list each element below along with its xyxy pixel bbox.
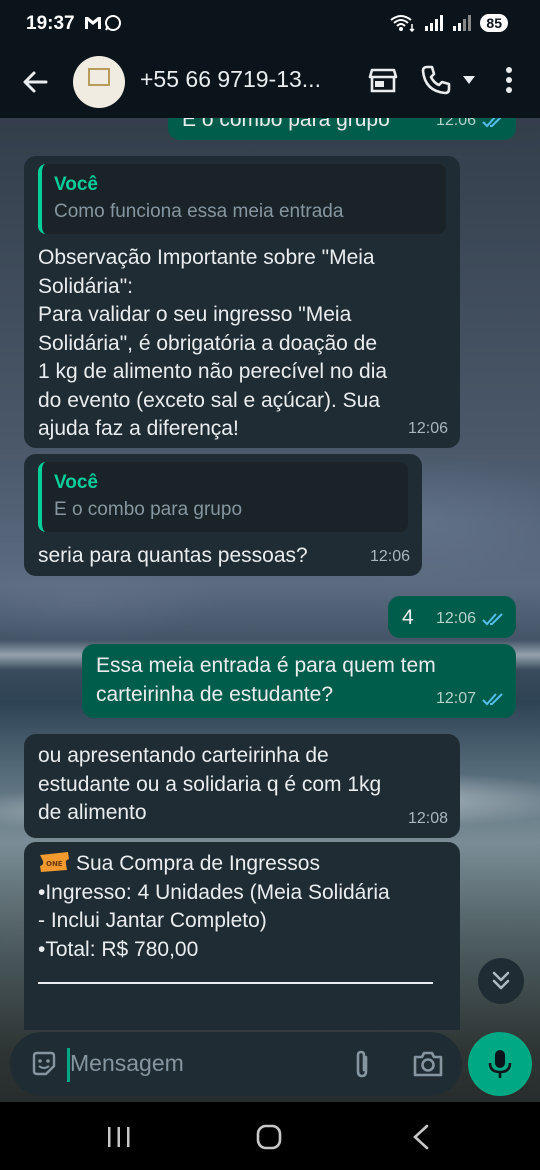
quote-text: Como funciona essa meia entrada [54,201,344,222]
signal-icon-2 [453,15,472,31]
camera-icon[interactable] [412,1048,444,1080]
message-meta: 12:08 [408,805,448,834]
message-incoming[interactable]: ou apresentando carteirinha de estudante… [24,734,460,838]
message-list[interactable]: E o combo para grupo 12:06 Você Como fun… [0,118,540,1030]
message-meta: 12:06 [436,605,504,634]
status-bar: 19:37 85 [0,0,540,50]
ticket-icon: ONE [40,852,69,872]
message-meta: 12:07 [436,685,504,714]
back-arrow-icon[interactable] [20,66,52,98]
composer: Mensagem [0,1030,540,1102]
message-outgoing[interactable]: Essa meia entrada é para quem tem cartei… [82,644,516,718]
phone-icon[interactable] [420,64,452,96]
message-incoming[interactable]: Você E o combo para grupo seria para qua… [24,454,422,576]
read-ticks-icon [482,613,503,626]
avatar-logo-icon [88,68,110,86]
message-text: seria para quantas pessoas? [38,544,308,567]
message-outgoing[interactable]: 4 12:06 [388,596,516,638]
message-text-line: Essa meia entrada é para quem tem [96,654,436,677]
avatar[interactable] [73,56,125,108]
message-text-line: Observação Importante sobre "Meia [38,246,375,269]
caret-down-icon[interactable] [462,73,476,87]
chat-header: +55 66 9719-13... [0,50,540,118]
system-nav-bar [0,1102,540,1170]
home-icon[interactable] [256,1124,282,1150]
scroll-down-icon [492,971,510,990]
message-text-line: de alimento [38,801,147,824]
status-time: 19:37 [26,13,75,34]
message-text-line: Solidária": [38,274,134,298]
quote-text: E o combo para grupo [54,499,243,520]
message-time: 12:06 [369,547,410,565]
message-text-line: Para validar o seu ingresso "Meia [38,303,352,326]
message-text-line: •Total: R$ 780,00 [38,937,199,961]
message-text-line: ou apresentando carteirinha de [38,744,329,767]
purchase-title: ONE Sua Compra de Ingressos [38,850,446,879]
message-text-line: Solidária", é obrigatória a doação de [38,331,378,355]
sticker-icon[interactable] [30,1050,58,1078]
gmail-whatsapp-icon [85,15,121,31]
message-time: 12:06 [435,609,476,627]
message-time: 12:08 [407,809,448,827]
message-incoming[interactable]: ONE Sua Compra de Ingressos •Ingresso: 4… [24,842,460,1030]
recent-apps-icon[interactable] [106,1126,132,1148]
message-text-line: do evento (exceto sal e açúcar). Sua [38,388,381,412]
message-outgoing[interactable]: E o combo para grupo 12:06 [168,118,516,140]
contact-name[interactable]: +55 66 9719-13... [140,66,321,93]
purchase-title-text: Sua Compra de Ingressos [76,852,320,875]
read-ticks-icon [482,118,502,128]
notification-icons [84,14,124,37]
message-text: E o combo para grupo [182,118,390,131]
message-incoming[interactable]: Você Como funciona essa meia entrada Obs… [24,156,460,448]
message-text-line: estudante ou a solidaria q é com 1kg [38,772,382,796]
message-input[interactable]: Mensagem [10,1032,462,1096]
message-time: 12:06 [407,419,448,437]
message-text: 4 [402,606,414,629]
attach-icon[interactable] [348,1048,376,1080]
store-icon[interactable] [367,64,399,96]
message-text-line: 1 kg de alimento não perecível no dia [38,360,388,383]
message-meta: 12:06 [408,415,448,444]
message-meta: 12:06 [370,543,410,572]
signal-icon-1 [425,15,444,31]
scroll-down-button[interactable] [478,958,524,1004]
svg-text:ONE: ONE [46,860,63,868]
message-time: 12:07 [435,689,476,707]
message-text-line: - Inclui Jantar Completo) [38,909,267,932]
status-right: 85 [390,14,508,32]
quoted-message[interactable]: Você E o combo para grupo [38,462,408,532]
quote-author: Você [54,472,99,493]
divider-line [38,982,433,984]
input-placeholder: Mensagem [70,1050,184,1076]
mic-icon [488,1050,512,1078]
wifi-icon [390,15,415,32]
read-ticks-icon [482,693,503,706]
more-vert-icon[interactable] [499,65,519,95]
message-text-line: ajuda faz a diferença! [38,417,239,440]
quote-author: Você [54,174,99,195]
nav-back-icon[interactable] [410,1124,432,1150]
mic-button[interactable] [468,1032,532,1096]
battery-level: 85 [480,14,508,32]
message-time: 12:06 [435,118,476,129]
message-meta: 12:06 [436,118,504,135]
message-text-line: •Ingresso: 4 Unidades (Meia Solidária [38,880,390,904]
quoted-message[interactable]: Você Como funciona essa meia entrada [38,164,446,234]
